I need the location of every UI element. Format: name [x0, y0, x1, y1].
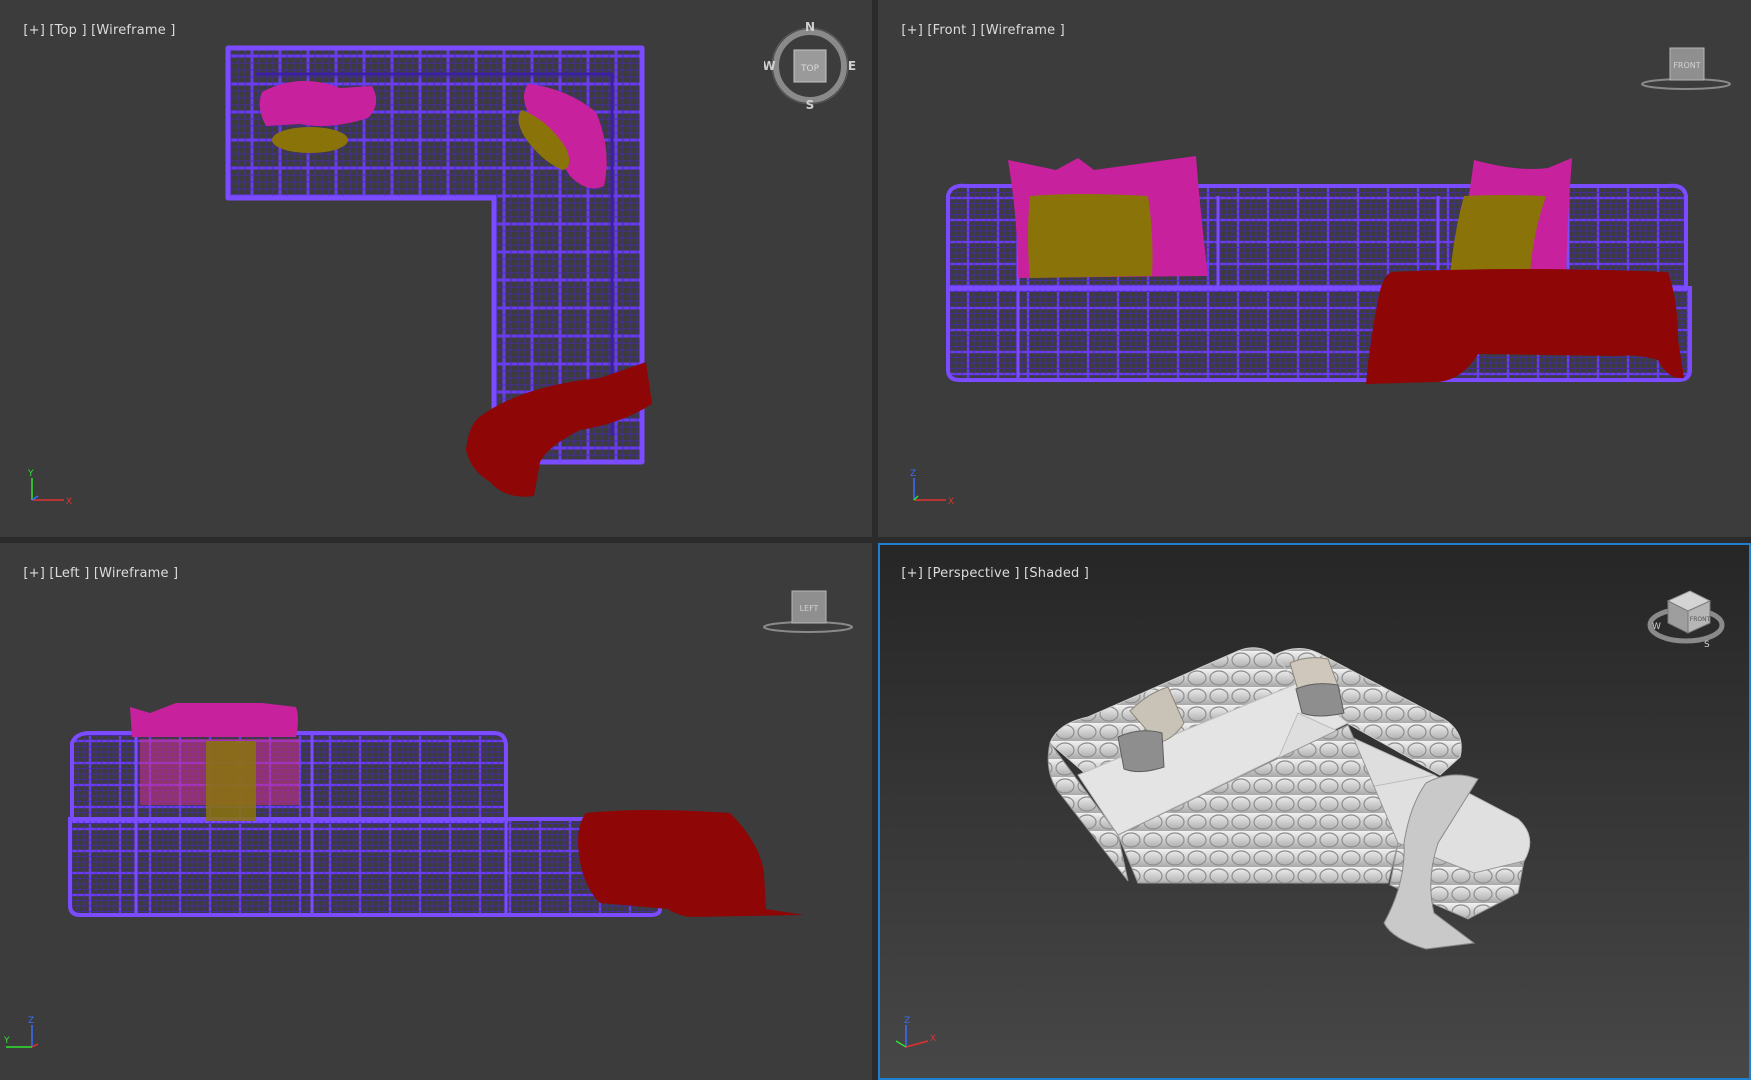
- left-view-scene: [68, 703, 804, 917]
- pillow-front-2: [1028, 194, 1153, 278]
- viewport-top-label[interactable]: [+] [Top ] [Wireframe ]: [6, 8, 176, 53]
- throw-left: [578, 810, 804, 917]
- viewcube-front[interactable]: FRONT: [1638, 44, 1738, 94]
- compass-s: S: [806, 98, 815, 110]
- viewport-menu-plus[interactable]: [+]: [23, 566, 45, 581]
- pillow-persp-2: [1117, 730, 1165, 773]
- pillow-top-2: [272, 127, 348, 153]
- viewcube-left[interactable]: LEFT: [760, 587, 860, 637]
- front-view-scene: [946, 156, 1692, 384]
- viewcube-face-label: TOP: [800, 64, 820, 74]
- viewport-shading-label[interactable]: [Wireframe ]: [91, 23, 175, 38]
- viewcube-perspective[interactable]: FRONT W S: [1644, 579, 1728, 651]
- viewport-menu-plus[interactable]: [+]: [23, 23, 45, 38]
- viewport-shading-label[interactable]: [Shaded ]: [1024, 566, 1089, 581]
- sofa-left-seat: [68, 817, 662, 917]
- axis-label-v: Y: [27, 469, 34, 479]
- compass-w: W: [764, 59, 776, 73]
- viewport-menu-plus[interactable]: [+]: [901, 23, 923, 38]
- compass-n: N: [805, 22, 815, 34]
- axis-label-v: Z: [28, 1016, 34, 1026]
- perspective-view-scene: [1047, 647, 1531, 950]
- axis-label-v: Z: [910, 469, 916, 479]
- viewport-front[interactable]: [+] [Front ] [Wireframe ] FRONT Z X: [878, 0, 1751, 537]
- viewport-pov-label[interactable]: [Front ]: [927, 23, 976, 38]
- top-view-scene: [225, 45, 652, 497]
- viewport-shading-label[interactable]: [Wireframe ]: [94, 566, 178, 581]
- viewport-perspective-label[interactable]: [+] [Perspective ] [Shaded ]: [884, 551, 1089, 596]
- viewport-perspective[interactable]: [+] [Perspective ] [Shaded ] FRONT W S Z…: [878, 543, 1751, 1080]
- pillow-left-1: [130, 703, 298, 737]
- axis-label-h: X: [930, 1034, 936, 1044]
- compass-e: E: [848, 59, 856, 73]
- viewport-pov-label[interactable]: [Left ]: [49, 566, 89, 581]
- pillow-top-1: [259, 80, 377, 126]
- axis-tripod-front: Z X: [906, 466, 956, 507]
- axis-tripod-top: Y X: [24, 466, 74, 507]
- axis-tripod-perspective: Z X: [890, 1013, 940, 1053]
- axis-tripod-left: Z Y: [2, 1013, 52, 1053]
- viewport-top[interactable]: [+] [Top ] [Wireframe ] TOP N S E W Y X: [0, 0, 872, 537]
- viewport-menu-plus[interactable]: [+]: [901, 566, 923, 581]
- axis-label-h: X: [948, 497, 954, 506]
- viewcube-face-label: FRONT: [1673, 61, 1700, 70]
- axis-label-h: X: [66, 497, 72, 506]
- axis-label-h: Y: [3, 1036, 10, 1046]
- axis-label-v: Z: [904, 1016, 910, 1026]
- viewport-left-label[interactable]: [+] [Left ] [Wireframe ]: [6, 551, 178, 596]
- viewport-pov-label[interactable]: [Top ]: [49, 23, 86, 38]
- viewport-front-label[interactable]: [+] [Front ] [Wireframe ]: [884, 8, 1065, 53]
- viewport-left[interactable]: [+] [Left ] [Wireframe ] LEFT Z Y: [0, 543, 872, 1080]
- viewcube-face-label: FRONT: [1690, 616, 1711, 623]
- viewcube-face-label: LEFT: [800, 604, 819, 613]
- viewcube-top[interactable]: TOP N S E W: [762, 20, 856, 112]
- pillow-left-3: [206, 741, 256, 821]
- viewport-pov-label[interactable]: [Perspective ]: [927, 566, 1019, 581]
- compass-w: W: [1652, 622, 1661, 632]
- compass-s: S: [1704, 640, 1710, 650]
- viewport-shading-label[interactable]: [Wireframe ]: [980, 23, 1064, 38]
- pillow-persp-4: [1295, 683, 1345, 717]
